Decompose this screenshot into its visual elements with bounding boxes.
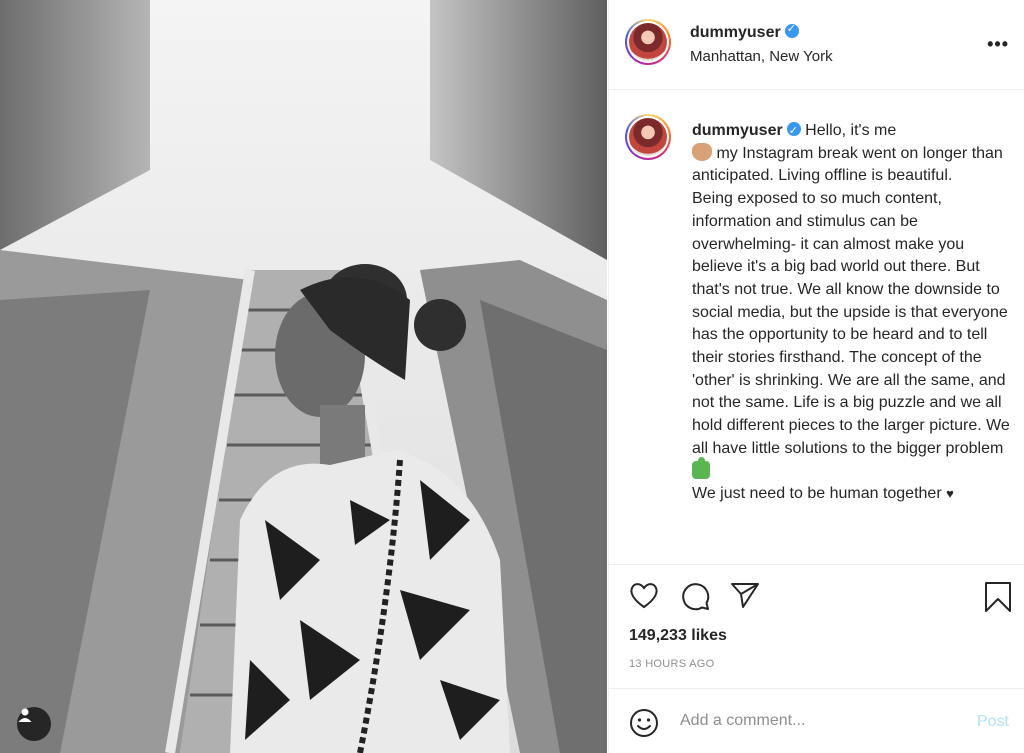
user-tag-icon (18, 708, 32, 722)
post-username-text[interactable]: dummyuser (690, 24, 781, 41)
like-button[interactable] (629, 581, 659, 614)
bookmark-icon (985, 582, 1011, 612)
paper-plane-icon (731, 583, 759, 608)
post-header: dummyuser Manhattan, New York ••• (609, 0, 1024, 90)
post-details-panel: dummyuser Manhattan, New York ••• dummyu… (608, 0, 1024, 753)
caption-line-4: We just need to be human together (692, 485, 942, 503)
post-username[interactable]: dummyuser (690, 22, 799, 42)
caption-section: dummyuser Hello, it's me my Instagram br… (609, 91, 1024, 565)
caption-line-2: my Instagram break went on longer than a… (692, 144, 1008, 185)
black-heart-emoji: ♥ (946, 486, 954, 502)
caption-line-3: Being exposed to so much content, inform… (692, 190, 1015, 457)
save-button[interactable] (984, 581, 1012, 618)
verified-badge-icon (784, 22, 799, 38)
action-bar (609, 579, 1024, 619)
caption-avatar[interactable] (625, 114, 671, 160)
caption-username[interactable]: dummyuser (692, 122, 783, 139)
user-tag-button[interactable] (17, 707, 51, 741)
post-comment-button[interactable]: Post (977, 713, 1009, 731)
caption-text: dummyuser Hello, it's me my Instagram br… (692, 120, 1014, 506)
escalator-photo-illustration (0, 0, 607, 753)
likes-count[interactable]: 149,233 likes (629, 627, 727, 645)
comment-button[interactable] (680, 581, 710, 616)
smiley-icon (630, 709, 658, 737)
caption-line-1: Hello, it's me (805, 122, 897, 139)
avatar[interactable] (625, 19, 671, 65)
emoji-button[interactable] (629, 708, 659, 743)
post-photo[interactable] (0, 0, 607, 753)
puzzle-piece-emoji-icon (692, 456, 710, 479)
post-location[interactable]: Manhattan, New York (690, 48, 833, 65)
comment-bar: Post (609, 688, 1024, 753)
heart-icon (630, 583, 658, 609)
share-button[interactable] (730, 581, 760, 614)
clapping-hands-emoji-icon (692, 142, 712, 161)
verified-badge-icon (786, 120, 801, 143)
comment-input[interactable] (680, 709, 960, 733)
post-timestamp[interactable]: 13 HOURS AGO (629, 658, 715, 670)
comment-bubble-icon (682, 583, 710, 611)
more-options-button[interactable]: ••• (987, 34, 1009, 55)
